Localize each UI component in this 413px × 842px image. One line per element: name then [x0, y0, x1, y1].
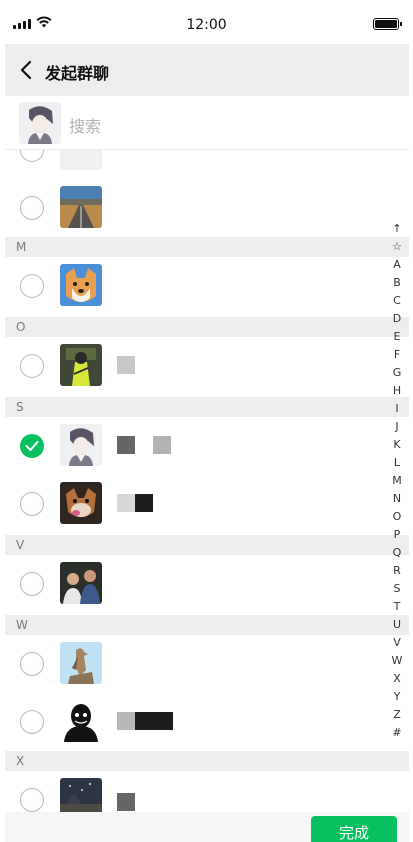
contact-list[interactable]: M O S V W X	[5, 150, 409, 812]
index-letter[interactable]: O	[386, 508, 408, 526]
index-letter[interactable]: S	[386, 580, 408, 598]
contact-row[interactable]	[5, 475, 409, 533]
contact-row[interactable]	[5, 179, 409, 237]
nav-bar: 发起群聊	[5, 44, 409, 96]
battery-icon	[373, 18, 402, 30]
select-checkbox[interactable]	[20, 492, 44, 516]
index-letter[interactable]: B	[386, 274, 408, 292]
contact-name-redacted	[117, 356, 135, 376]
index-letter[interactable]: V	[386, 634, 408, 652]
select-checkbox[interactable]	[20, 572, 44, 596]
contact-row[interactable]	[5, 150, 409, 179]
shiba-dog-avatar	[60, 264, 102, 306]
select-checkbox[interactable]	[20, 710, 44, 734]
index-letter[interactable]: P	[386, 526, 408, 544]
section-header: M	[5, 237, 409, 257]
two-people-avatar	[60, 562, 102, 604]
select-checkbox[interactable]	[20, 196, 44, 220]
index-letter[interactable]: ↑	[386, 220, 408, 238]
index-letter[interactable]: J	[386, 418, 408, 436]
selected-member-avatar[interactable]	[19, 102, 61, 144]
index-letter[interactable]: H	[386, 382, 408, 400]
index-letter[interactable]: ☆	[386, 238, 408, 256]
index-letter[interactable]: I	[386, 400, 408, 418]
section-header: X	[5, 751, 409, 771]
index-letter[interactable]: F	[386, 346, 408, 364]
index-letter[interactable]: C	[386, 292, 408, 310]
index-letter[interactable]: X	[386, 670, 408, 688]
status-bar: 12:00	[0, 0, 413, 44]
contact-row[interactable]	[5, 417, 409, 475]
index-letter[interactable]: L	[386, 454, 408, 472]
contact-name-redacted	[117, 712, 173, 732]
contact-name-redacted	[117, 793, 135, 812]
select-checkbox-checked[interactable]	[20, 434, 44, 458]
index-letter[interactable]: M	[386, 472, 408, 490]
index-letter[interactable]: K	[386, 436, 408, 454]
contact-row[interactable]	[5, 555, 409, 613]
select-checkbox[interactable]	[20, 150, 44, 162]
select-checkbox[interactable]	[20, 788, 44, 812]
done-button[interactable]: 完成	[311, 816, 397, 842]
index-letter[interactable]: Q	[386, 544, 408, 562]
index-letter[interactable]: U	[386, 616, 408, 634]
dog-face-avatar	[60, 482, 102, 524]
yellow-figure-avatar	[60, 344, 102, 386]
night-scene-avatar	[60, 778, 102, 812]
section-header: V	[5, 535, 409, 555]
contact-row[interactable]	[5, 635, 409, 693]
index-letter[interactable]: T	[386, 598, 408, 616]
index-letter[interactable]: A	[386, 256, 408, 274]
section-header: O	[5, 317, 409, 337]
index-letter[interactable]: D	[386, 310, 408, 328]
index-letter[interactable]: #	[386, 724, 408, 742]
alphabet-index[interactable]: ↑ ☆ A B C D E F G H I J K L M N O P Q R S T U V W X Y Z #	[386, 220, 408, 742]
select-checkbox[interactable]	[20, 274, 44, 298]
bird-avatar	[60, 642, 102, 684]
index-letter[interactable]: G	[386, 364, 408, 382]
contact-row[interactable]	[5, 257, 409, 315]
index-letter[interactable]: W	[386, 652, 408, 670]
select-checkbox[interactable]	[20, 652, 44, 676]
status-time: 12:00	[186, 17, 227, 33]
page-title: 发起群聊	[45, 64, 110, 83]
section-header: S	[5, 397, 409, 417]
partial-avatar	[60, 150, 102, 170]
select-checkbox[interactable]	[20, 354, 44, 378]
contact-row[interactable]	[5, 693, 409, 751]
contact-name-redacted	[117, 436, 171, 456]
back-arrow-icon[interactable]	[15, 58, 39, 82]
search-input[interactable]: 搜索	[69, 113, 101, 137]
index-letter[interactable]: R	[386, 562, 408, 580]
anime-character-avatar	[60, 424, 102, 466]
index-letter[interactable]: N	[386, 490, 408, 508]
contact-row[interactable]	[5, 771, 409, 812]
dark-silhouette-avatar	[60, 700, 102, 742]
search-bar[interactable]: 搜索	[5, 96, 409, 150]
index-letter[interactable]: Y	[386, 688, 408, 706]
bottom-bar: 完成	[5, 812, 409, 842]
contact-name-redacted	[117, 494, 153, 514]
contact-row[interactable]	[5, 337, 409, 395]
index-letter[interactable]: E	[386, 328, 408, 346]
road-landscape-avatar	[60, 186, 102, 228]
index-letter[interactable]: Z	[386, 706, 408, 724]
section-header: W	[5, 615, 409, 635]
